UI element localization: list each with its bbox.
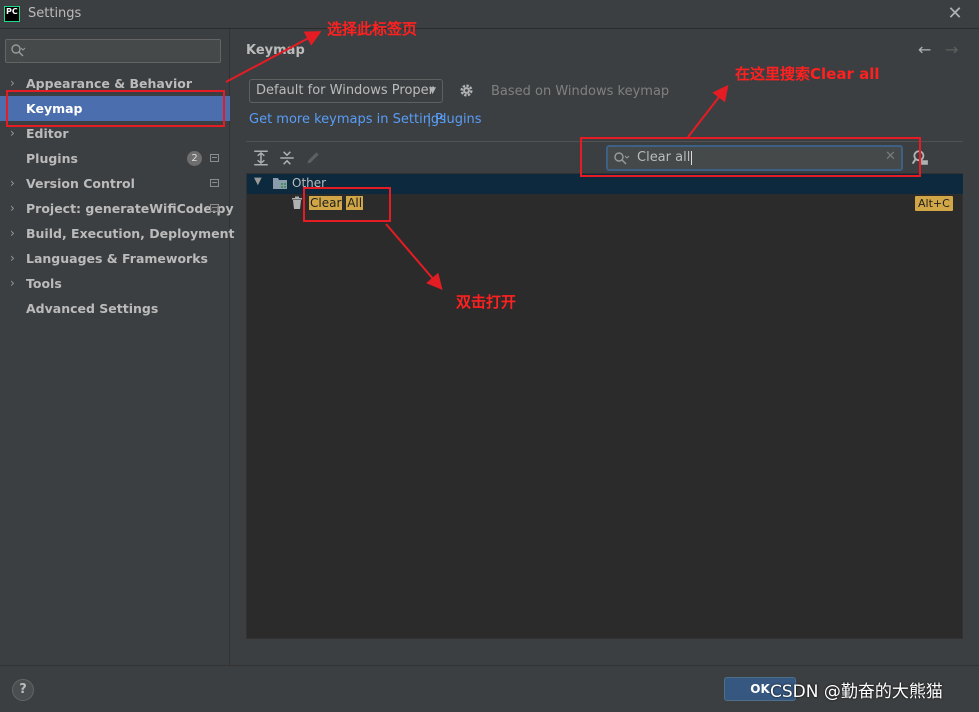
- edit-pencil-icon[interactable]: [304, 149, 322, 167]
- shortcut-chip: Alt+C: [915, 196, 953, 211]
- forward-arrow-icon[interactable]: →: [945, 40, 958, 59]
- more-keymaps-link[interactable]: Get more keymaps in Settings: [249, 112, 446, 127]
- sidebar-item-label: Languages & Frameworks: [26, 251, 208, 266]
- chevron-right-icon: ›: [10, 226, 15, 240]
- sidebar-item-label: Build, Execution, Deployment: [26, 226, 235, 241]
- chevron-down-icon[interactable]: ▼: [254, 176, 262, 187]
- chevron-right-icon: ›: [10, 251, 15, 265]
- sidebar-item-tools[interactable]: › Tools: [0, 271, 230, 296]
- link-separator: |: [427, 112, 432, 127]
- sidebar-item-advanced-settings[interactable]: Advanced Settings: [0, 296, 230, 321]
- plugins-link[interactable]: Plugins: [435, 112, 482, 127]
- annotation-box-keymap: [6, 90, 225, 127]
- pycharm-logo-icon: PC: [4, 6, 20, 22]
- chevron-right-icon: ›: [10, 276, 15, 290]
- chevron-right-icon: ›: [10, 176, 15, 190]
- page-title: Keymap: [246, 43, 305, 58]
- sidebar-item-project[interactable]: › Project: generateWifiCode.py: [0, 196, 234, 221]
- search-icon: [11, 44, 26, 57]
- project-level-icon: [210, 204, 219, 212]
- annotation-box-search: [580, 137, 921, 177]
- annotation-select-tab: 选择此标签页: [327, 20, 418, 38]
- close-icon[interactable]: ✕: [944, 4, 966, 26]
- plugins-update-badge: 2: [187, 151, 202, 166]
- sidebar-item-plugins[interactable]: Plugins 2: [0, 146, 230, 171]
- chevron-down-icon: ▼: [429, 86, 436, 96]
- sidebar-item-build-execution-deployment[interactable]: › Build, Execution, Deployment: [0, 221, 234, 246]
- project-level-icon: [210, 179, 219, 187]
- folder-icon: [273, 178, 287, 189]
- keymap-select[interactable]: Default for Windows Proper ▼: [249, 79, 443, 103]
- collapse-all-icon[interactable]: [278, 149, 296, 167]
- sidebar-item-label: Version Control: [26, 176, 135, 191]
- sidebar-item-languages-frameworks[interactable]: › Languages & Frameworks: [0, 246, 230, 271]
- sidebar-item-label: Tools: [26, 276, 62, 291]
- project-level-icon: [210, 154, 219, 162]
- sidebar-item-label: Plugins: [26, 151, 78, 166]
- sidebar-item-label: Project: generateWifiCode.py: [26, 201, 234, 216]
- gear-icon[interactable]: [458, 82, 475, 99]
- sidebar-item-label: Advanced Settings: [26, 301, 159, 316]
- title-bar: PC Settings ✕: [0, 0, 979, 29]
- trash-icon: [292, 196, 302, 209]
- sidebar-item-version-control[interactable]: › Version Control: [0, 171, 230, 196]
- annotation-box-action: [303, 187, 391, 222]
- help-button[interactable]: ?: [12, 679, 34, 701]
- based-on-text: Based on Windows keymap: [491, 84, 670, 99]
- keymap-tree: [246, 173, 963, 639]
- annotation-double-click: 双击打开: [456, 293, 517, 311]
- back-arrow-icon[interactable]: ←: [918, 40, 931, 59]
- expand-all-icon[interactable]: [252, 149, 270, 167]
- window-title: Settings: [28, 6, 82, 21]
- sidebar-search-input[interactable]: [5, 39, 221, 63]
- chevron-right-icon: ›: [10, 201, 15, 215]
- annotation-search-here: 在这里搜索Clear all: [735, 65, 880, 83]
- watermark: CSDN @勤奋的大熊猫: [770, 682, 943, 702]
- keymap-select-value: Default for Windows Proper: [256, 83, 435, 98]
